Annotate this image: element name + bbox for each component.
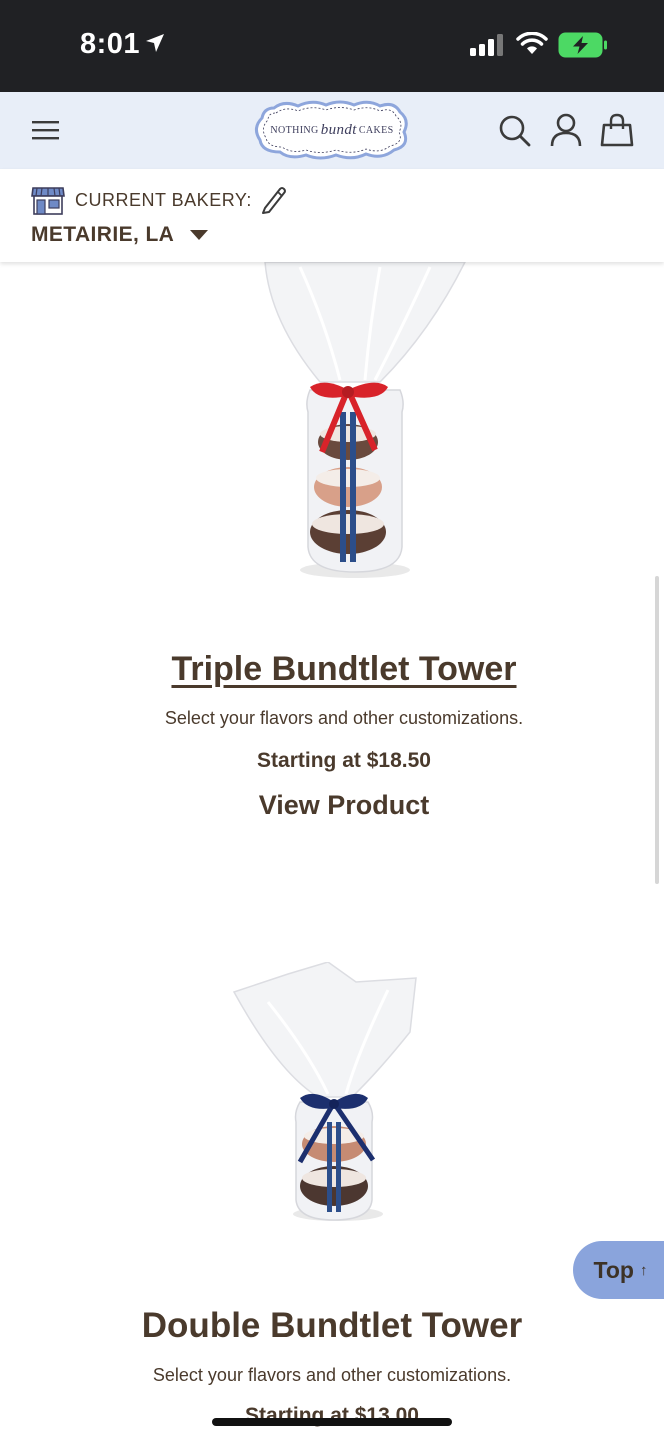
top-button-label: Top	[593, 1256, 634, 1283]
arrow-up-icon: ↑	[639, 1261, 648, 1279]
hamburger-menu-icon[interactable]	[32, 118, 60, 142]
scrollbar[interactable]	[655, 576, 659, 884]
location-arrow-icon	[146, 34, 164, 52]
caret-down-icon[interactable]	[190, 230, 208, 241]
home-indicator[interactable]	[212, 1418, 452, 1426]
account-icon[interactable]	[550, 113, 582, 147]
logo-word-bundt: bundt	[320, 121, 357, 138]
storefront-icon	[31, 187, 65, 215]
logo-word-nothing: NOTHING	[270, 124, 319, 136]
product-description: Select your flavors and other customizat…	[164, 708, 524, 728]
product-title[interactable]: Double Bundtlet Tower	[0, 1306, 664, 1346]
product-title-link[interactable]: Triple Bundtlet Tower	[0, 650, 664, 689]
logo-word-cakes: CAKES	[358, 124, 394, 136]
double-bundtlet-tower-image[interactable]	[228, 962, 458, 1224]
current-bakery-label: CURRENT BAKERY:	[75, 190, 252, 210]
view-product-button[interactable]: View Product	[0, 790, 664, 821]
battery-charging-icon	[558, 32, 607, 58]
status-bar: 8:01	[0, 0, 664, 92]
brand-logo[interactable]: NOTHING bundt CAKES	[254, 100, 410, 160]
wifi-icon	[516, 32, 548, 54]
site-header: NOTHING bundt CAKES	[0, 92, 664, 169]
triple-bundtlet-tower-image[interactable]	[230, 262, 480, 592]
product-price: Starting at $18.50	[257, 749, 431, 772]
cellular-signal-icon	[470, 34, 503, 56]
edit-pencil-icon[interactable]	[261, 186, 287, 214]
back-to-top-button[interactable]: Top ↑	[573, 1241, 664, 1299]
search-icon[interactable]	[498, 114, 532, 148]
status-time: 8:01	[80, 28, 141, 60]
shopping-bag-icon[interactable]	[600, 113, 634, 147]
bakery-location-selector[interactable]: METAIRIE, LA	[31, 223, 174, 247]
product-description: Select your flavors and other customizat…	[152, 1365, 512, 1385]
logo-wordmark: NOTHING bundt CAKES	[254, 100, 410, 160]
current-bakery-bar: CURRENT BAKERY: METAIRIE, LA	[0, 169, 664, 262]
